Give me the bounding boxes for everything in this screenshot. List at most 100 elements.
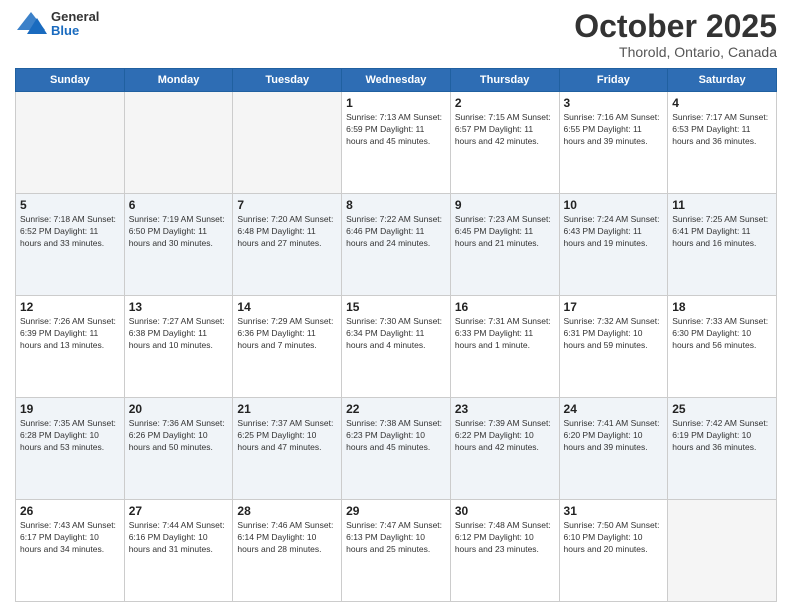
calendar-cell: 27 Sunrise: 7:44 AM Sunset: 6:16 PM Dayli… [124, 500, 233, 602]
week-row-5: 26 Sunrise: 7:43 AM Sunset: 6:17 PM Dayli… [16, 500, 777, 602]
calendar-cell: 19 Sunrise: 7:35 AM Sunset: 6:28 PM Dayli… [16, 398, 125, 500]
day-number: 25 [672, 402, 772, 416]
day-number: 3 [564, 96, 664, 110]
logo-blue: Blue [51, 24, 99, 38]
week-row-2: 5 Sunrise: 7:18 AM Sunset: 6:52 PM Daylig… [16, 194, 777, 296]
calendar-cell [124, 92, 233, 194]
day-info: Sunrise: 7:20 AM Sunset: 6:48 PM Dayligh… [237, 214, 337, 250]
day-number: 24 [564, 402, 664, 416]
day-number: 13 [129, 300, 229, 314]
day-info: Sunrise: 7:47 AM Sunset: 6:13 PM Dayligh… [346, 520, 446, 556]
day-info: Sunrise: 7:13 AM Sunset: 6:59 PM Dayligh… [346, 112, 446, 148]
day-info: Sunrise: 7:46 AM Sunset: 6:14 PM Dayligh… [237, 520, 337, 556]
day-number: 26 [20, 504, 120, 518]
calendar-cell: 11Sunrise: 7:25 AM Sunset: 6:41 PM Dayli… [668, 194, 777, 296]
logo-icon [15, 10, 47, 38]
calendar-cell: 20Sunrise: 7:36 AM Sunset: 6:26 PM Dayli… [124, 398, 233, 500]
title-section: October 2025 Thorold, Ontario, Canada [574, 10, 777, 60]
day-number: 12 [20, 300, 120, 314]
day-info: Sunrise: 7:16 AM Sunset: 6:55 PM Dayligh… [564, 112, 664, 148]
calendar-cell: 8 Sunrise: 7:22 AM Sunset: 6:46 PM Daylig… [342, 194, 451, 296]
day-number: 6 [129, 198, 229, 212]
calendar-cell: 17Sunrise: 7:32 AM Sunset: 6:31 PM Dayli… [559, 296, 668, 398]
day-number: 22 [346, 402, 446, 416]
calendar-cell [16, 92, 125, 194]
day-number: 4 [672, 96, 772, 110]
day-info: Sunrise: 7:41 AM Sunset: 6:20 PM Dayligh… [564, 418, 664, 454]
day-number: 29 [346, 504, 446, 518]
day-number: 28 [237, 504, 337, 518]
location: Thorold, Ontario, Canada [574, 44, 777, 60]
day-info: Sunrise: 7:44 AM Sunset: 6:16 PM Dayligh… [129, 520, 229, 556]
calendar-cell: 25 Sunrise: 7:42 AM Sunset: 6:19 PM Dayli… [668, 398, 777, 500]
day-header-sunday: Sunday [16, 69, 125, 92]
days-header-row: SundayMondayTuesdayWednesdayThursdayFrid… [16, 69, 777, 92]
day-number: 8 [346, 198, 446, 212]
day-header-thursday: Thursday [450, 69, 559, 92]
day-info: Sunrise: 7:24 AM Sunset: 6:43 PM Dayligh… [564, 214, 664, 250]
day-info: Sunrise: 7:22 AM Sunset: 6:46 PM Dayligh… [346, 214, 446, 250]
calendar-table: SundayMondayTuesdayWednesdayThursdayFrid… [15, 68, 777, 602]
calendar-cell: 6 Sunrise: 7:19 AM Sunset: 6:50 PM Daylig… [124, 194, 233, 296]
day-header-friday: Friday [559, 69, 668, 92]
day-info: Sunrise: 7:50 AM Sunset: 6:10 PM Dayligh… [564, 520, 664, 556]
day-number: 1 [346, 96, 446, 110]
calendar-cell: 18Sunrise: 7:33 AM Sunset: 6:30 PM Dayli… [668, 296, 777, 398]
day-header-tuesday: Tuesday [233, 69, 342, 92]
day-info: Sunrise: 7:19 AM Sunset: 6:50 PM Dayligh… [129, 214, 229, 250]
week-row-4: 19 Sunrise: 7:35 AM Sunset: 6:28 PM Dayli… [16, 398, 777, 500]
day-number: 7 [237, 198, 337, 212]
calendar-cell: 9Sunrise: 7:23 AM Sunset: 6:45 PM Daylig… [450, 194, 559, 296]
calendar-cell: 15Sunrise: 7:30 AM Sunset: 6:34 PM Dayli… [342, 296, 451, 398]
day-info: Sunrise: 7:36 AM Sunset: 6:26 PM Dayligh… [129, 418, 229, 454]
day-info: Sunrise: 7:32 AM Sunset: 6:31 PM Dayligh… [564, 316, 664, 352]
calendar-cell: 26 Sunrise: 7:43 AM Sunset: 6:17 PM Dayli… [16, 500, 125, 602]
day-number: 23 [455, 402, 555, 416]
day-number: 15 [346, 300, 446, 314]
calendar-cell: 30 Sunrise: 7:48 AM Sunset: 6:12 PM Dayli… [450, 500, 559, 602]
calendar-cell: 14Sunrise: 7:29 AM Sunset: 6:36 PM Dayli… [233, 296, 342, 398]
calendar-cell: 1 Sunrise: 7:13 AM Sunset: 6:59 PM Daylig… [342, 92, 451, 194]
day-number: 10 [564, 198, 664, 212]
calendar-cell: 21Sunrise: 7:37 AM Sunset: 6:25 PM Dayli… [233, 398, 342, 500]
page: General Blue October 2025 Thorold, Ontar… [0, 0, 792, 612]
calendar-cell: 24 Sunrise: 7:41 AM Sunset: 6:20 PM Dayli… [559, 398, 668, 500]
day-header-monday: Monday [124, 69, 233, 92]
calendar-cell: 7 Sunrise: 7:20 AM Sunset: 6:48 PM Daylig… [233, 194, 342, 296]
day-number: 31 [564, 504, 664, 518]
day-info: Sunrise: 7:42 AM Sunset: 6:19 PM Dayligh… [672, 418, 772, 454]
day-number: 9 [455, 198, 555, 212]
day-number: 16 [455, 300, 555, 314]
day-number: 27 [129, 504, 229, 518]
week-row-3: 12Sunrise: 7:26 AM Sunset: 6:39 PM Dayli… [16, 296, 777, 398]
day-header-saturday: Saturday [668, 69, 777, 92]
day-number: 2 [455, 96, 555, 110]
day-info: Sunrise: 7:35 AM Sunset: 6:28 PM Dayligh… [20, 418, 120, 454]
calendar-cell: 22 Sunrise: 7:38 AM Sunset: 6:23 PM Dayli… [342, 398, 451, 500]
calendar-cell: 12Sunrise: 7:26 AM Sunset: 6:39 PM Dayli… [16, 296, 125, 398]
day-info: Sunrise: 7:27 AM Sunset: 6:38 PM Dayligh… [129, 316, 229, 352]
header: General Blue October 2025 Thorold, Ontar… [15, 10, 777, 60]
day-info: Sunrise: 7:43 AM Sunset: 6:17 PM Dayligh… [20, 520, 120, 556]
calendar-cell: 23 Sunrise: 7:39 AM Sunset: 6:22 PM Dayli… [450, 398, 559, 500]
day-info: Sunrise: 7:48 AM Sunset: 6:12 PM Dayligh… [455, 520, 555, 556]
day-number: 19 [20, 402, 120, 416]
day-info: Sunrise: 7:18 AM Sunset: 6:52 PM Dayligh… [20, 214, 120, 250]
day-number: 30 [455, 504, 555, 518]
logo: General Blue [15, 10, 99, 39]
day-info: Sunrise: 7:17 AM Sunset: 6:53 PM Dayligh… [672, 112, 772, 148]
week-row-1: 1 Sunrise: 7:13 AM Sunset: 6:59 PM Daylig… [16, 92, 777, 194]
calendar-cell [668, 500, 777, 602]
calendar-cell: 4 Sunrise: 7:17 AM Sunset: 6:53 PM Daylig… [668, 92, 777, 194]
calendar-cell: 29 Sunrise: 7:47 AM Sunset: 6:13 PM Dayli… [342, 500, 451, 602]
calendar-cell: 10 Sunrise: 7:24 AM Sunset: 6:43 PM Dayli… [559, 194, 668, 296]
calendar-cell: 3 Sunrise: 7:16 AM Sunset: 6:55 PM Daylig… [559, 92, 668, 194]
calendar-cell: 5 Sunrise: 7:18 AM Sunset: 6:52 PM Daylig… [16, 194, 125, 296]
day-info: Sunrise: 7:31 AM Sunset: 6:33 PM Dayligh… [455, 316, 555, 352]
day-number: 18 [672, 300, 772, 314]
day-info: Sunrise: 7:39 AM Sunset: 6:22 PM Dayligh… [455, 418, 555, 454]
day-number: 5 [20, 198, 120, 212]
day-number: 21 [237, 402, 337, 416]
month-title: October 2025 [574, 10, 777, 42]
day-info: Sunrise: 7:38 AM Sunset: 6:23 PM Dayligh… [346, 418, 446, 454]
